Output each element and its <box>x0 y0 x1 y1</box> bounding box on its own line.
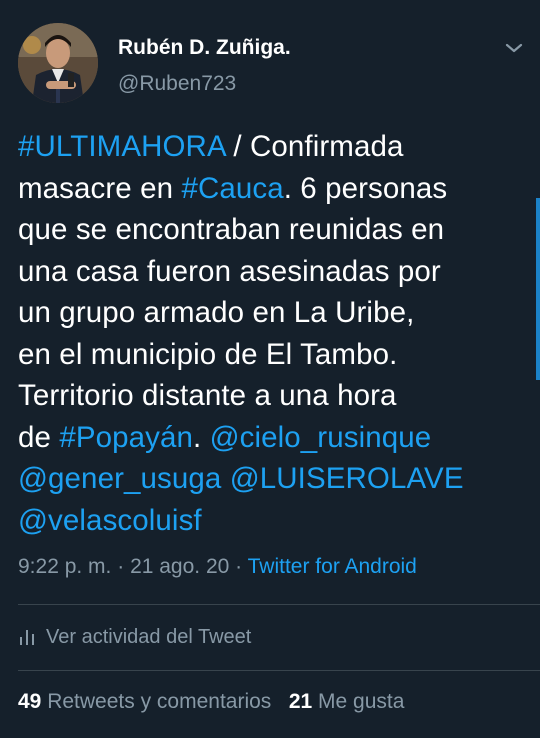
profile-photo-icon <box>18 23 98 103</box>
tweet-text-segment: . 6 personas <box>283 171 448 205</box>
hashtag-link[interactable]: #Popayán <box>59 421 193 454</box>
tweet-text-segment: un grupo armado en La Uribe, <box>18 296 415 329</box>
meta-separator: · <box>229 555 248 578</box>
tweet-line: @gener_usuga @LUISEROLAVE <box>18 458 523 500</box>
tweet-source[interactable]: Twitter for Android <box>248 555 417 578</box>
tweet-line: una casa fueron asesinadas por <box>18 251 523 293</box>
tweet-line: #ULTIMAHORA / Confirmada <box>18 126 523 168</box>
tweet-text-segment: que se encontraban reunidas en <box>18 213 445 246</box>
divider <box>18 604 540 605</box>
tweet-date[interactable]: 21 ago. 20 <box>130 555 229 578</box>
tweet-meta: 9:22 p. m. · 21 ago. 20 · Twitter for An… <box>18 555 417 579</box>
tweet-header: Rubén D. Zuñiga. @Ruben723 <box>0 0 540 110</box>
tweet-text-segment: de <box>18 420 60 454</box>
tweet-text-segment: masacre en <box>18 171 182 205</box>
meta-separator: · <box>111 555 131 578</box>
tweet-text-segment: una casa fueron asesinadas por <box>18 254 441 288</box>
tweet-text-segment: / Confirmada <box>225 130 404 163</box>
display-name[interactable]: Rubén D. Zuñiga. <box>118 36 291 60</box>
activity-label: Ver actividad del Tweet <box>46 625 252 648</box>
bar-chart-icon <box>20 630 34 645</box>
tweet-text-segment <box>221 462 229 495</box>
view-tweet-activity[interactable]: Ver actividad del Tweet <box>18 622 251 652</box>
tweet-time[interactable]: 9:22 p. m. <box>18 555 111 578</box>
tweet-line: @velascoluisf <box>18 500 523 542</box>
likes-count[interactable]: 21 <box>289 690 312 713</box>
mention-link[interactable]: @cielo_rusinque <box>210 421 432 454</box>
tweet-text: #ULTIMAHORA / Confirmada masacre en #Cauc… <box>18 126 523 541</box>
chevron-down-icon[interactable] <box>504 38 524 58</box>
tweet-line: masacre en #Cauca. 6 personas <box>18 168 523 210</box>
tweet-line: un grupo armado en La Uribe, <box>18 292 523 334</box>
retweets-count[interactable]: 49 <box>18 690 41 713</box>
user-handle[interactable]: @Ruben723 <box>118 72 236 96</box>
mention-link[interactable]: @velascoluisf <box>18 504 202 537</box>
tweet-text-segment: . <box>192 420 210 454</box>
tweet-stats: 49 Retweets y comentarios 21 Me gusta <box>18 690 404 714</box>
likes-label[interactable]: Me gusta <box>318 690 404 713</box>
tweet-line: de #Popayán. @cielo_rusinque <box>18 417 523 459</box>
tweet-text-segment: en el municipio de El Tambo. <box>18 337 398 371</box>
tweet-line: que se encontraban reunidas en <box>18 209 523 251</box>
tweet-text-segment: Territorio distante a una hora <box>18 379 397 412</box>
mention-link[interactable]: @gener_usuga <box>18 462 221 495</box>
hashtag-link[interactable]: #Cauca <box>181 172 283 205</box>
avatar[interactable] <box>18 23 98 103</box>
hashtag-link[interactable]: #ULTIMAHORA <box>18 130 225 163</box>
retweets-label[interactable]: Retweets y comentarios <box>47 690 271 713</box>
tweet-line: en el municipio de El Tambo. <box>18 334 523 376</box>
scrollbar[interactable] <box>536 198 540 380</box>
tweet-line: Territorio distante a una hora <box>18 375 523 417</box>
divider <box>18 670 540 671</box>
mention-link[interactable]: @LUISEROLAVE <box>230 462 464 495</box>
